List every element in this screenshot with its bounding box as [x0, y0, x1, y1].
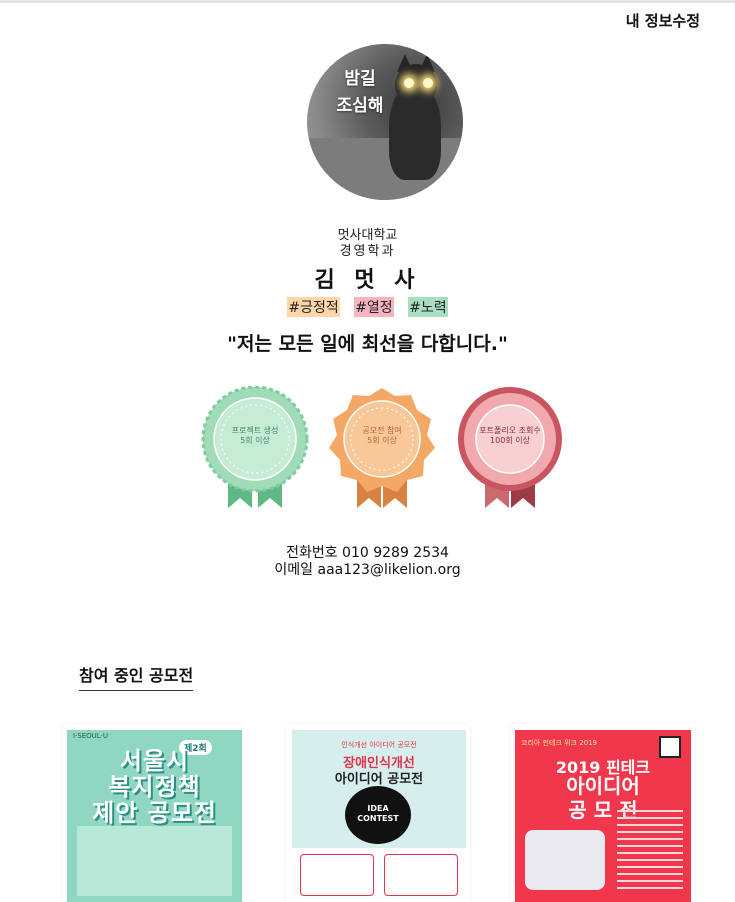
edit-profile-link[interactable]: 내 정보수정 [626, 10, 700, 31]
poster-subtitle: 아이디어 공모전 [334, 772, 424, 787]
avatar-caption-line: 조심해 [336, 96, 384, 116]
contest-poster-disability-awareness[interactable]: 인식개선 아이디어 공모전 장애인식개선 아이디어 공모전 IDEA CONTE… [286, 724, 470, 902]
contest-poster-seoul-welfare[interactable]: I·SEOUL·U 제2회 서울시 복지정책 제안 공모전 [63, 724, 247, 902]
poster-kicker: 인식개선 아이디어 공모전 [341, 741, 417, 749]
poster-title-line: 서울시 [119, 747, 190, 775]
email-value[interactable]: aaa123@likelion.org [318, 562, 461, 578]
badge-line: 5회 이상 [240, 436, 270, 445]
bulb-text-line: CONTEST [357, 814, 399, 823]
profile-avatar: 밤길 조심해 [307, 44, 463, 200]
badge-line: 공모전 참여 [362, 426, 402, 435]
poster-subtitle-line: 아이디어 [566, 774, 640, 798]
poster-title-line: 제안 공모전 [92, 799, 217, 827]
poster-image: 코리아 핀테크 위크 2019 2019 핀테크 아이디어 공 모 전 [515, 730, 691, 902]
avatar-caption-line: 밤길 [344, 69, 376, 89]
contest-poster-fintech[interactable]: 코리아 핀테크 위크 2019 2019 핀테크 아이디어 공 모 전 [511, 724, 695, 902]
badge-contest: 공모전 참여 5회 이상 [327, 386, 437, 511]
poster-image: 인식개선 아이디어 공모전 장애인식개선 아이디어 공모전 IDEA CONTE… [292, 730, 466, 902]
top-divider [0, 0, 735, 3]
poster-logo: I·SEOUL·U [73, 732, 109, 740]
tag-effort: #노력 [408, 297, 448, 317]
phone-row: 전화번호 010 9289 2534 [0, 545, 735, 562]
cat-eye [404, 78, 414, 88]
badge-contest-text: 공모전 참여 5회 이상 [327, 426, 437, 446]
badge-contest-icon [329, 388, 435, 508]
poster-info-box [300, 854, 374, 896]
badge-line: 프로젝트 생성 [231, 426, 279, 435]
poster-body [77, 826, 232, 896]
avatar-caption: 밤길 조심해 [325, 66, 395, 120]
tag-list: #긍정적 #열정 #노력 [0, 297, 735, 317]
contact-info: 전화번호 010 9289 2534 이메일 aaa123@likelion.o… [0, 545, 735, 579]
phone-label: 전화번호 [286, 545, 338, 561]
badge-list: 프로젝트 생성 5회 이상 공모전 참여 5회 이상 포트폴리오 조회수 100… [0, 386, 735, 516]
tag-positive: #긍정적 [287, 297, 340, 317]
email-row: 이메일 aaa123@likelion.org [0, 562, 735, 579]
tag-passion: #열정 [354, 297, 394, 317]
badge-line: 포트폴리오 조회수 [479, 426, 541, 435]
major-name: 경영학과 [339, 244, 396, 259]
poster-info-box [384, 854, 458, 896]
poster-title: 서울시 복지정책 제안 공모전 [67, 748, 242, 826]
poster-image: I·SEOUL·U 제2회 서울시 복지정책 제안 공모전 [67, 730, 242, 902]
badge-project: 프로젝트 생성 5회 이상 [200, 386, 310, 511]
poster-details [617, 810, 683, 890]
section-title-contests: 참여 중인 공모전 [79, 662, 194, 691]
poster-title-line: 복지정책 [108, 773, 201, 801]
phone-value: 010 9289 2534 [342, 545, 449, 561]
bulb-text: IDEA CONTEST [345, 804, 411, 824]
bulb-text-line: IDEA [367, 804, 389, 813]
badge-portfolio-text: 포트폴리오 조회수 100회 이상 [455, 426, 565, 446]
email-label: 이메일 [274, 562, 314, 578]
badge-portfolio-icon [458, 387, 562, 508]
badge-project-text: 프로젝트 생성 5회 이상 [200, 426, 310, 446]
poster-illustration [525, 830, 605, 890]
badge-portfolio: 포트폴리오 조회수 100회 이상 [455, 386, 565, 511]
cat-body [389, 84, 441, 180]
cat-eye [423, 78, 433, 88]
badge-line: 100회 이상 [490, 436, 530, 445]
badge-line: 5회 이상 [367, 436, 397, 445]
profile-quote: "저는 모든 일에 최선을 다합니다." [227, 333, 508, 355]
badge-project-icon [201, 386, 309, 508]
user-name: 김 멋 사 [314, 268, 421, 293]
